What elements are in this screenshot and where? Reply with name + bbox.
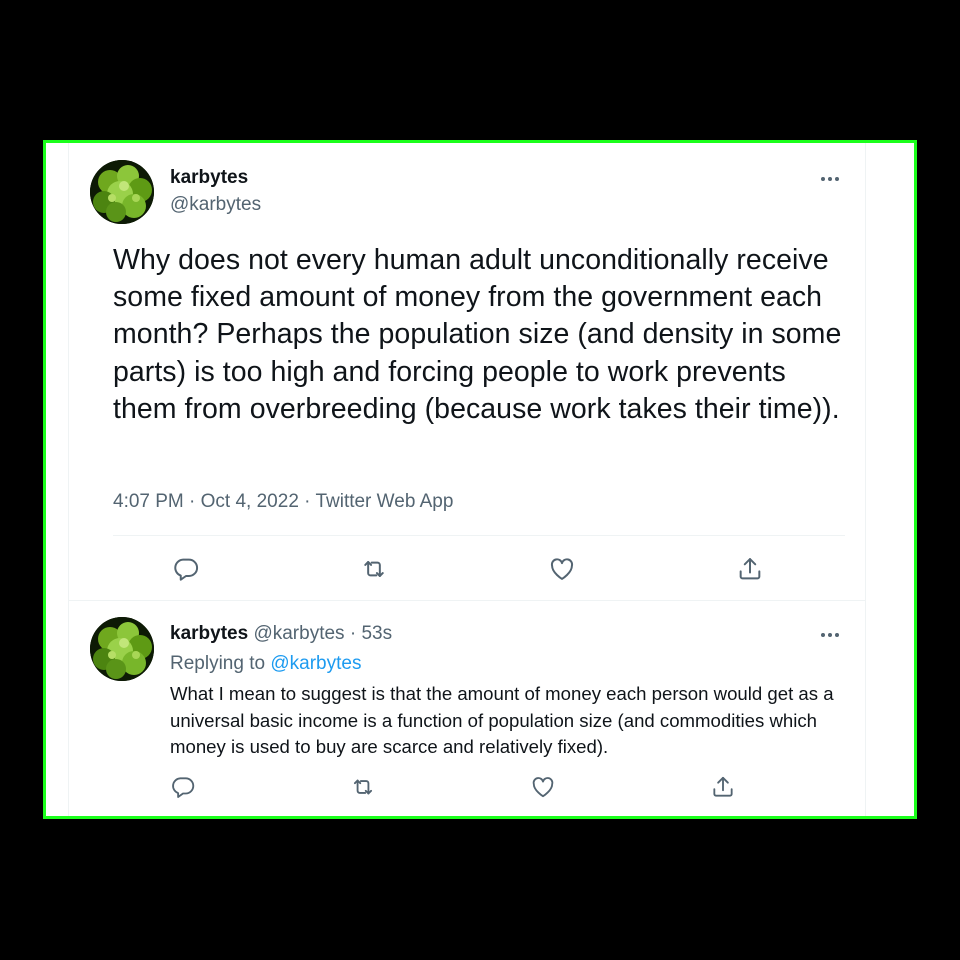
divider [113, 535, 845, 536]
tweet-date[interactable]: Oct 4, 2022 [201, 491, 299, 512]
timeline-column: karbytes @karbytes Why does not every hu… [68, 143, 866, 816]
divider [69, 600, 865, 601]
share-icon[interactable] [736, 555, 764, 583]
author-handle[interactable]: @karbytes [170, 194, 261, 216]
avatar[interactable] [90, 617, 154, 681]
retweet-icon[interactable] [350, 774, 378, 802]
avatar-image [90, 617, 154, 681]
replying-to-mention[interactable]: @karbytes [270, 653, 361, 674]
tweet-time[interactable]: 4:07 PM [113, 491, 184, 512]
avatar[interactable] [90, 160, 154, 224]
replying-to-label: Replying to [170, 653, 266, 674]
reply-text: What I mean to suggest is that the amoun… [170, 683, 834, 757]
meta-separator: · [349, 623, 357, 644]
reply-age[interactable]: 53s [361, 623, 392, 644]
reply-icon[interactable] [172, 555, 200, 583]
more-horizontal-icon[interactable] [820, 628, 844, 642]
meta-separator: · [189, 491, 196, 512]
author-handle[interactable]: @karbytes [253, 623, 344, 644]
tweet-text: Why does not every human adult unconditi… [113, 244, 842, 425]
retweet-icon[interactable] [360, 555, 388, 583]
author-name[interactable]: karbytes [170, 167, 248, 189]
reply-header: karbytes @karbytes · 53s [170, 623, 392, 645]
tweet-source[interactable]: Twitter Web App [315, 491, 453, 512]
more-horizontal-icon[interactable] [820, 172, 844, 186]
meta-separator: · [304, 491, 311, 512]
reply-icon[interactable] [170, 774, 198, 802]
avatar-image [90, 160, 154, 224]
share-icon[interactable] [710, 774, 738, 802]
tweet-meta: 4:07 PM · Oct 4, 2022 · Twitter Web App [113, 491, 453, 513]
heart-icon[interactable] [530, 774, 558, 802]
screenshot-frame: karbytes @karbytes Why does not every hu… [43, 140, 917, 819]
replying-to: Replying to @karbytes [170, 653, 361, 675]
heart-icon[interactable] [548, 555, 576, 583]
author-name[interactable]: karbytes [170, 623, 248, 644]
